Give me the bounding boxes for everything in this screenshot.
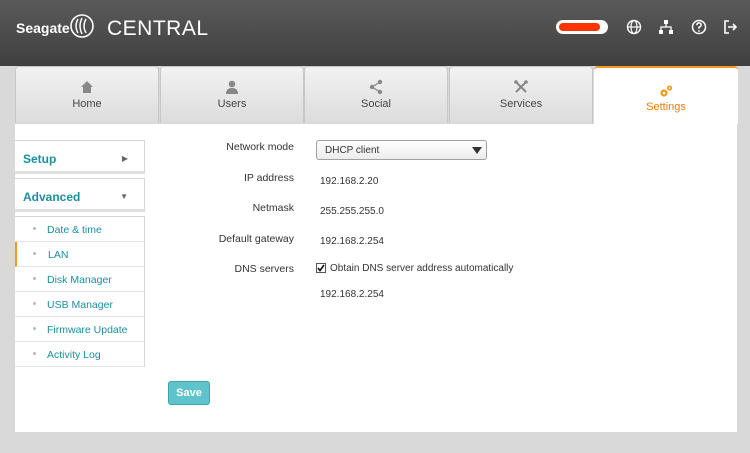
netmask-value: 255.255.255.0 xyxy=(320,206,384,217)
network-icon[interactable] xyxy=(658,19,674,35)
seagate-logo-icon xyxy=(70,14,94,38)
sidebar-section-advanced-label: Advanced xyxy=(23,190,81,204)
dns-servers-label: DNS servers xyxy=(234,263,294,275)
bullet-icon xyxy=(33,352,36,355)
settings-panel: Setup ▶ Advanced ▼ Date & time LAN Disk … xyxy=(15,124,737,432)
bullet-icon xyxy=(33,277,36,280)
product-name: CENTRAL xyxy=(107,17,209,40)
logout-icon[interactable] xyxy=(722,19,738,35)
tab-social-label: Social xyxy=(361,98,391,110)
sidebar-item-label: Disk Manager xyxy=(47,274,112,286)
top-bar: Seagate CENTRAL xyxy=(0,0,750,66)
tab-users[interactable]: Users xyxy=(160,66,304,123)
dns-auto-checkbox[interactable] xyxy=(316,263,326,273)
network-mode-select[interactable]: DHCP client xyxy=(316,140,487,160)
tab-social[interactable]: Social xyxy=(304,66,448,123)
tab-settings[interactable]: Settings xyxy=(594,66,738,124)
main-tabs: Home Users Social Services Settings xyxy=(15,66,738,124)
brand-name: Seagate xyxy=(16,20,70,36)
tab-home-label: Home xyxy=(72,98,102,110)
globe-icon[interactable] xyxy=(626,19,642,35)
sidebar-item-firmware-update[interactable]: Firmware Update xyxy=(15,317,145,342)
tools-icon xyxy=(514,80,528,93)
bullet-icon xyxy=(33,327,36,330)
dns-auto-label[interactable]: Obtain DNS server address automatically xyxy=(330,263,513,274)
chevron-right-icon: ▶ xyxy=(121,154,128,163)
tab-services-label: Services xyxy=(499,98,543,110)
sidebar-item-activity-log[interactable]: Activity Log xyxy=(15,342,145,367)
chevron-down-icon: ▼ xyxy=(120,192,128,201)
bullet-icon xyxy=(33,227,36,230)
share-icon xyxy=(369,79,383,95)
checkmark-icon xyxy=(317,264,325,272)
sidebar-item-label: LAN xyxy=(48,249,69,261)
bullet-icon xyxy=(33,302,36,305)
gears-icon xyxy=(660,85,673,97)
sidebar-item-label: USB Manager xyxy=(47,299,113,311)
help-icon[interactable] xyxy=(691,19,707,35)
save-button[interactable]: Save xyxy=(168,381,210,405)
tab-services[interactable]: Services xyxy=(449,66,593,123)
house-icon xyxy=(81,81,93,93)
sidebar-item-label: Date & time xyxy=(47,224,102,236)
network-mode-label: Network mode xyxy=(226,141,294,153)
tab-settings-label: Settings xyxy=(646,101,686,113)
ip-address-value: 192.168.2.20 xyxy=(320,176,379,187)
sidebar-section-setup-label: Setup xyxy=(23,152,57,166)
ip-address-label: IP address xyxy=(243,172,294,184)
tab-home[interactable]: Home xyxy=(15,66,159,123)
status-indicator-fill xyxy=(559,23,600,31)
dns-server-value: 192.168.2.254 xyxy=(320,289,384,300)
user-icon xyxy=(226,80,238,94)
network-mode-value: DHCP client xyxy=(325,145,380,156)
caret-down-icon xyxy=(472,147,482,154)
sidebar-item-label: Firmware Update xyxy=(47,324,128,336)
netmask-label: Netmask xyxy=(252,202,294,214)
bullet-icon xyxy=(33,252,36,255)
status-indicator[interactable] xyxy=(556,20,608,34)
default-gateway-value: 192.168.2.254 xyxy=(320,236,384,247)
tab-users-label: Users xyxy=(217,98,247,110)
sidebar-item-label: Activity Log xyxy=(47,349,101,361)
sidebar-item-usb-manager[interactable]: USB Manager xyxy=(15,292,145,317)
default-gateway-label: Default gateway xyxy=(218,233,294,245)
